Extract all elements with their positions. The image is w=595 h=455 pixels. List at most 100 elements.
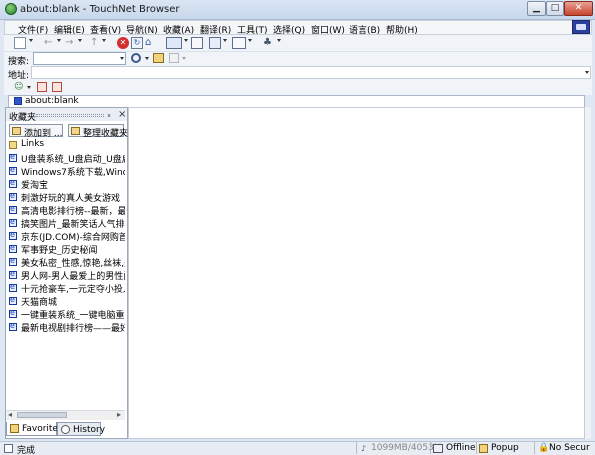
tile-dropdown-icon[interactable] [223, 39, 227, 42]
panel-close-icon[interactable]: × [118, 109, 126, 120]
favorite-item[interactable]: U盘装系统_U盘启动_U盘启动 [7, 152, 125, 164]
favorites-folder-icon [10, 424, 19, 433]
ie-page-icon [9, 191, 17, 201]
add-user-dropdown-icon[interactable] [27, 86, 31, 89]
organize-favorites-button[interactable]: 整理收藏夹 [68, 124, 128, 139]
ie-page-icon [9, 217, 17, 227]
fullscreen-icon[interactable] [232, 37, 246, 49]
scrollbar-thumb[interactable] [17, 412, 67, 418]
address-input[interactable] [31, 66, 591, 79]
highlight-icon[interactable] [153, 53, 164, 63]
page-content[interactable] [128, 107, 585, 439]
ie-page-icon [9, 204, 17, 214]
favorite-item[interactable]: 高清电影排行榜--最新，最好 [7, 204, 125, 216]
add-to-favorites-label: 添加到 ... [24, 129, 63, 139]
favorite-item[interactable]: 爱淘宝 [7, 178, 125, 190]
search-input[interactable] [33, 52, 126, 65]
stop-icon[interactable]: ✕ [117, 37, 129, 49]
scroll-right-icon[interactable]: ▸ [117, 410, 121, 419]
block-popup-icon[interactable] [37, 82, 47, 92]
history-clock-icon [61, 425, 70, 434]
favorite-item[interactable]: 男人网-男人最爱上的男性门户 [7, 269, 125, 281]
favorite-item[interactable]: 刺激好玩的真人美女游戏 [7, 191, 125, 203]
brand-logo-icon [572, 20, 590, 34]
search-history-dropdown-icon[interactable] [120, 57, 124, 60]
favorite-item[interactable]: 天猫商城 [7, 295, 125, 307]
network-dropdown-icon[interactable] [277, 39, 281, 42]
forward-dropdown-icon[interactable] [78, 39, 82, 42]
favorite-item[interactable]: 搞笑图片_最新笑话人气排行 [7, 217, 125, 229]
favorite-item[interactable]: Windows7系统下载,Windows [7, 165, 125, 177]
ie-page-icon [9, 178, 17, 188]
up-icon[interactable]: ↑ [90, 37, 102, 49]
popup-icon [479, 444, 488, 453]
window-layout-icon[interactable] [191, 37, 203, 49]
status-divider [476, 442, 477, 454]
favorite-folder-links[interactable]: Links [7, 139, 125, 151]
search-engine-dropdown-icon[interactable] [145, 57, 149, 60]
view-mode-icon[interactable] [166, 37, 182, 49]
ie-page-icon [9, 165, 17, 175]
panel-pin-icon[interactable]: ₓ [107, 110, 111, 120]
refresh-icon[interactable]: ↻ [131, 37, 143, 49]
back-dropdown-icon[interactable] [57, 39, 61, 42]
favorites-title: 收藏夹 [9, 113, 37, 123]
view-mode-dropdown-icon[interactable] [184, 39, 188, 42]
folder-icon [9, 141, 17, 149]
window-title: about:blank - TouchNet Browser [20, 4, 180, 15]
links-toolbar [4, 80, 592, 95]
ie-page-icon [9, 256, 17, 266]
ie-page-icon [9, 321, 17, 331]
maximize-icon: □ [550, 3, 560, 13]
favorites-list: Links U盘装系统_U盘启动_U盘启动 Windows7系统下载,Windo… [7, 139, 125, 333]
minimize-icon: ▁ [533, 3, 540, 13]
search-icon[interactable] [131, 53, 141, 63]
favorite-item[interactable]: 美女私密_性感,惊艳,丝袜,美女 [7, 256, 125, 268]
favorite-item[interactable]: 十元抢豪车,一元定夺小投入大 [7, 282, 125, 294]
lock-icon: 🔒 [538, 443, 550, 453]
minimize-button[interactable]: ▁ [527, 1, 546, 16]
ie-page-icon [9, 282, 17, 292]
find-dropdown-icon[interactable] [182, 57, 186, 60]
tile-windows-icon[interactable] [209, 37, 221, 49]
favorite-item[interactable]: 最新电视剧排行榜——最好看 [7, 321, 125, 333]
fullscreen-dropdown-icon[interactable] [248, 39, 252, 42]
offline-icon [433, 444, 443, 453]
ie-page-icon [9, 230, 17, 240]
home-icon[interactable]: ⌂ [145, 37, 157, 49]
favorite-item[interactable]: 京东(JD.COM)-综合网购首选 [7, 230, 125, 242]
page-status-icon [4, 444, 13, 453]
tab-history-label: History [73, 425, 106, 435]
block-image-icon[interactable] [52, 82, 62, 92]
maximize-button[interactable]: □ [546, 1, 564, 16]
favorite-item[interactable]: 一键重装系统_一键电脑重装 [7, 308, 125, 320]
new-page-dropdown-icon[interactable] [29, 39, 33, 42]
scroll-left-icon[interactable]: ◂ [8, 410, 12, 419]
back-icon[interactable]: ← [44, 37, 56, 49]
favorite-item[interactable]: 军事野史_历史秘闻 [7, 243, 125, 255]
up-dropdown-icon[interactable] [102, 39, 106, 42]
status-divider [356, 442, 357, 454]
new-page-icon[interactable] [14, 37, 26, 49]
security-status: No Secur [549, 443, 590, 453]
tab-about-blank[interactable]: about:blank [25, 96, 79, 106]
offline-status[interactable]: Offline [446, 443, 476, 453]
tab-history[interactable]: History [57, 422, 105, 436]
network-icon[interactable]: ♣ [263, 37, 275, 49]
popup-status[interactable]: Popup [491, 443, 519, 453]
tab-strip [8, 95, 585, 107]
status-divider [534, 442, 535, 454]
main-toolbar: ← → ↑ ✕ ↻ ⌂ ♣ [4, 35, 592, 52]
tab-favorites[interactable]: Favorites [6, 422, 63, 436]
app-logo-icon [5, 3, 17, 15]
address-dropdown-icon[interactable] [585, 71, 589, 74]
panel-grip[interactable] [36, 114, 104, 117]
organize-favorites-label: 整理收藏夹 [83, 129, 129, 139]
menu-bar: 文件(F) 编辑(E) 查看(V) 导航(N) 收藏(A) 翻译(R) 工具(T… [4, 20, 592, 36]
find-icon[interactable] [169, 53, 179, 63]
ie-page-icon [9, 295, 17, 305]
add-to-favorites-button[interactable]: 添加到 ... [9, 124, 63, 139]
add-user-icon[interactable]: ☺ [14, 82, 24, 92]
forward-icon[interactable]: → [65, 37, 77, 49]
close-button[interactable]: ✕ [564, 1, 593, 16]
